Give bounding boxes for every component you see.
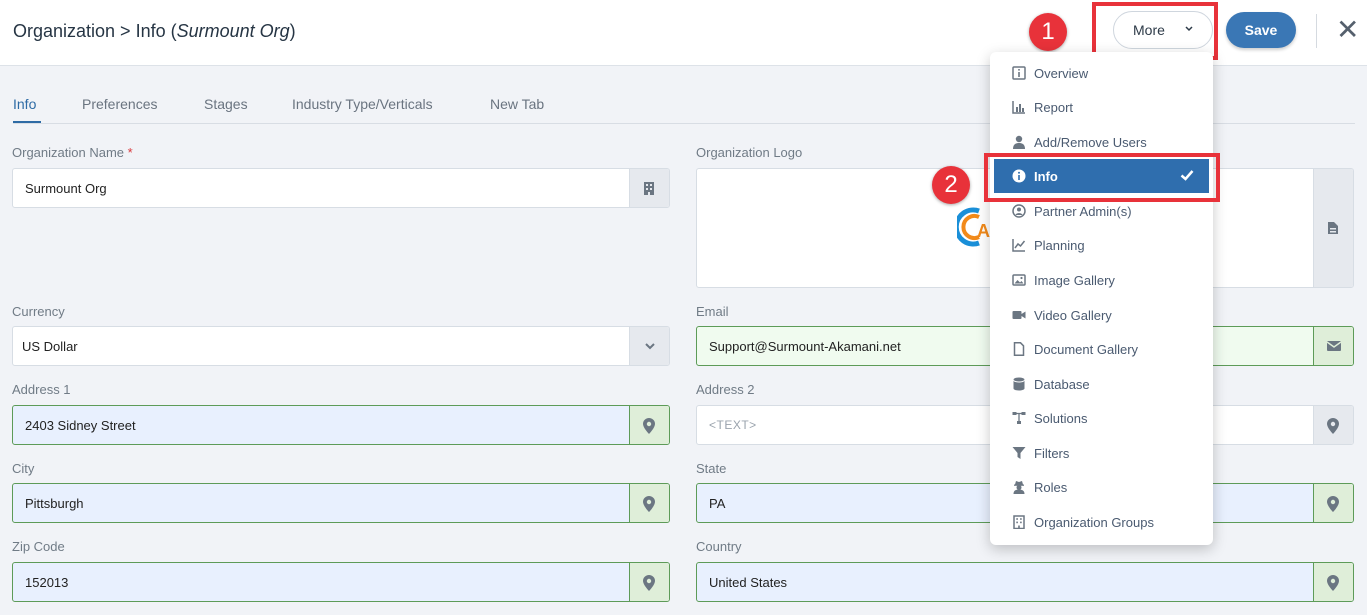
menu-item-label: Filters [1034, 446, 1070, 461]
menu-item-label: Solutions [1034, 411, 1088, 426]
menu-item-report[interactable]: Report [990, 90, 1213, 124]
org-name-label: Organization Name * [12, 145, 133, 160]
map-pin-icon [1313, 563, 1353, 601]
user-circle-icon [1012, 204, 1026, 218]
currency-label: Currency [12, 304, 65, 319]
zip-label: Zip Code [12, 539, 65, 554]
sitemap-icon [1012, 412, 1026, 424]
menu-item-organization-groups[interactable]: Organization Groups [990, 505, 1213, 539]
callout-box-info [984, 153, 1220, 202]
user-icon [1013, 135, 1025, 149]
title-close-paren: ) [289, 21, 296, 41]
bar-chart-icon [1012, 101, 1025, 114]
menu-item-filters[interactable]: Filters [990, 436, 1213, 470]
user-secret-icon [1013, 481, 1025, 494]
image-icon [1012, 274, 1026, 286]
address1-value: 2403 Sidney Street [25, 418, 136, 433]
address2-label: Address 2 [696, 382, 755, 397]
menu-item-image-gallery[interactable]: Image Gallery [990, 263, 1213, 297]
menu-item-solutions[interactable]: Solutions [990, 401, 1213, 435]
divider [1316, 14, 1317, 48]
org-name-label-text: Organization Name [12, 145, 124, 160]
map-pin-icon [1313, 484, 1353, 522]
map-pin-icon [629, 406, 669, 444]
tab-preferences[interactable]: Preferences [82, 96, 157, 112]
zip-value: 152013 [25, 575, 69, 590]
zip-field[interactable]: 152013 [12, 562, 670, 602]
title-breadcrumb: Organization > Info ( [13, 21, 177, 41]
menu-item-database[interactable]: Database [990, 367, 1213, 401]
menu-item-document-gallery[interactable]: Document Gallery [990, 332, 1213, 366]
email-value: Support@Surmount-Akamani.net [709, 339, 901, 354]
menu-item-roles[interactable]: Roles [990, 470, 1213, 504]
save-button[interactable]: Save [1226, 12, 1296, 48]
menu-item-label: Overview [1034, 66, 1089, 81]
tab-stages[interactable]: Stages [204, 96, 248, 112]
menu-item-label: Planning [1034, 238, 1085, 253]
email-label: Email [696, 304, 729, 319]
envelope-icon [1313, 327, 1353, 365]
more-dropdown-menu: Overview Report Add/Remove Users Info Pa… [990, 52, 1213, 545]
building-icon [1013, 515, 1025, 529]
map-pin-icon [629, 563, 669, 601]
city-value: Pittsburgh [25, 496, 84, 511]
org-name-field[interactable]: Surmount Org [12, 168, 670, 208]
required-marker: * [127, 145, 133, 160]
active-tab-indicator [13, 121, 41, 123]
currency-value: US Dollar [22, 339, 78, 354]
menu-item-label: Document Gallery [1034, 342, 1139, 357]
tab-new-tab[interactable]: New Tab [490, 96, 544, 112]
tab-industry-type-verticals[interactable]: Industry Type/Verticals [292, 96, 433, 112]
map-pin-icon [1313, 406, 1353, 444]
callout-badge-2: 2 [932, 166, 970, 204]
file-upload-icon[interactable] [1313, 169, 1353, 287]
org-name-value: Surmount Org [25, 181, 107, 196]
address1-label: Address 1 [12, 382, 71, 397]
database-icon [1013, 377, 1025, 391]
callout-badge-1: 1 [1029, 13, 1067, 51]
state-label: State [696, 461, 727, 476]
menu-item-label: Organization Groups [1034, 515, 1154, 530]
menu-item-overview[interactable]: Overview [990, 56, 1213, 90]
menu-item-label: Image Gallery [1034, 273, 1115, 288]
country-field[interactable]: United States [696, 562, 1354, 602]
chevron-down-icon[interactable] [629, 327, 669, 365]
org-logo-label: Organization Logo [696, 145, 803, 160]
menu-item-planning[interactable]: Planning [990, 228, 1213, 262]
map-pin-icon [629, 484, 669, 522]
menu-item-label: Add/Remove Users [1034, 135, 1147, 150]
address2-placeholder: <TEXT> [709, 418, 757, 432]
currency-select[interactable]: US Dollar [12, 326, 670, 366]
line-chart-icon [1012, 239, 1026, 252]
info-square-icon [1012, 66, 1026, 80]
address1-field[interactable]: 2403 Sidney Street [12, 405, 670, 445]
filter-icon [1012, 447, 1026, 459]
title-org-name: Surmount Org [176, 21, 290, 41]
menu-item-label: Database [1034, 377, 1090, 392]
menu-item-video-gallery[interactable]: Video Gallery [990, 298, 1213, 332]
menu-item-label: Partner Admin(s) [1034, 204, 1132, 219]
building-icon [629, 169, 669, 207]
city-label: City [12, 461, 35, 476]
city-field[interactable]: Pittsburgh [12, 483, 670, 523]
page-title: Organization > Info (Surmount Org) [13, 21, 296, 42]
menu-item-label: Report [1034, 100, 1074, 115]
menu-item-label: Video Gallery [1034, 308, 1112, 323]
svg-text:A: A [977, 221, 990, 241]
close-icon[interactable]: ✕ [1336, 15, 1359, 45]
tab-info[interactable]: Info [13, 96, 36, 112]
menu-item-label: Roles [1034, 480, 1068, 495]
country-value: United States [709, 575, 788, 590]
country-label: Country [696, 539, 742, 554]
document-icon [1013, 342, 1025, 356]
state-value: PA [709, 496, 726, 511]
video-icon [1012, 311, 1026, 319]
